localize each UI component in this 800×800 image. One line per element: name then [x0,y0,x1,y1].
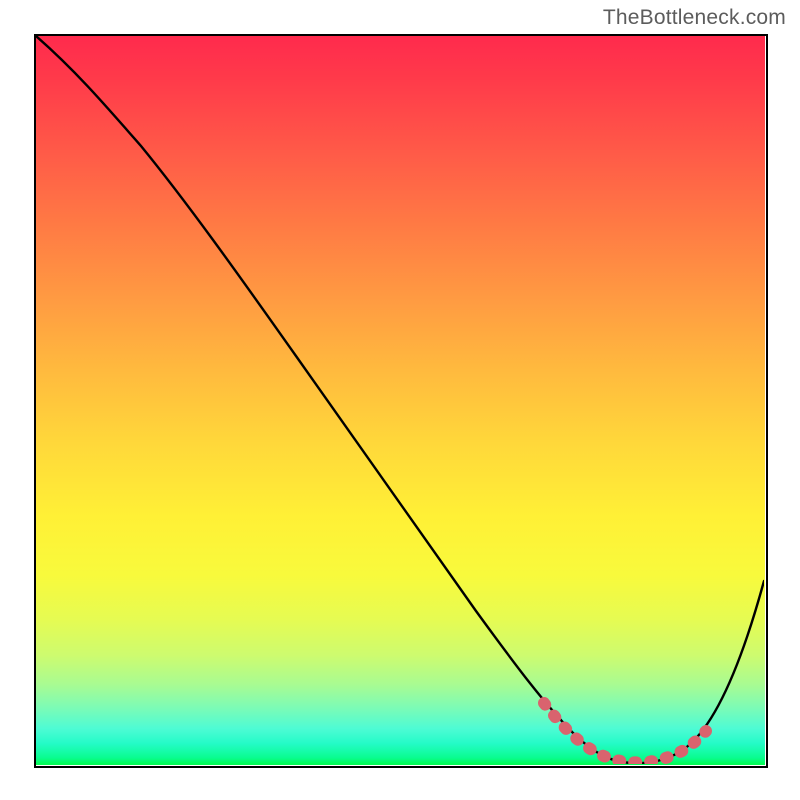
watermark-text: TheBottleneck.com [603,6,786,30]
chart-container: TheBottleneck.com [0,0,800,800]
chart-frame [34,34,768,768]
